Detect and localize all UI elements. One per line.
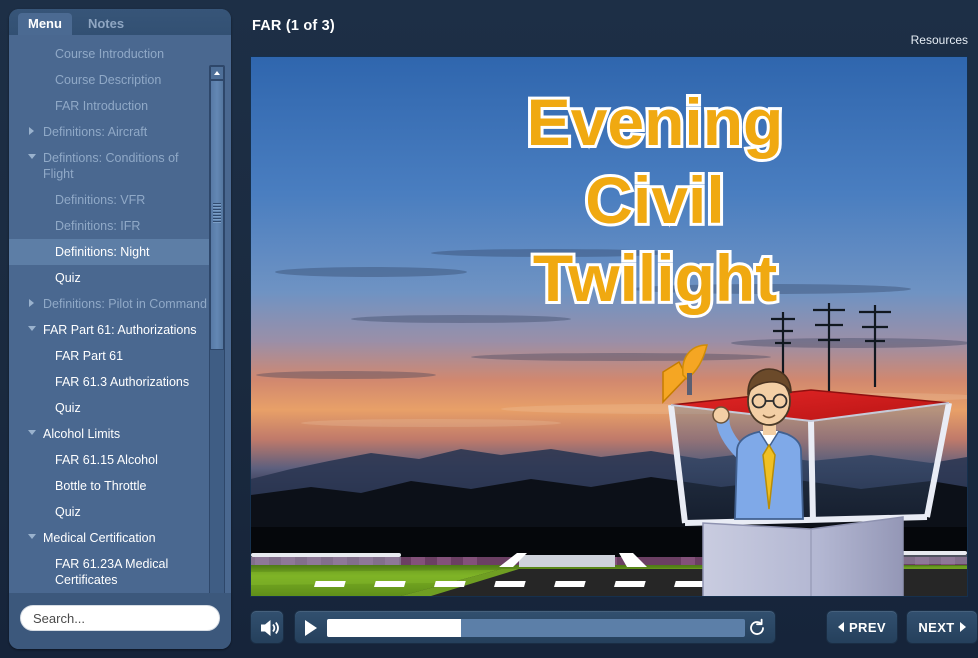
- menu-item[interactable]: Quiz: [9, 395, 215, 421]
- menu-item[interactable]: Definitions: IFR: [9, 213, 215, 239]
- menu-item[interactable]: Bottle to Throttle: [9, 473, 215, 499]
- menu-item-label: Quiz: [55, 504, 207, 520]
- svg-text:Evening: Evening: [527, 85, 784, 159]
- menu-scroll-area: FAR Part 61 Course Introduction Course Des…: [9, 35, 231, 613]
- menu-item-label: Definitions: VFR: [55, 192, 207, 208]
- menu-item[interactable]: Definitions: Night: [9, 239, 215, 265]
- volume-icon: [251, 611, 285, 645]
- menu-item[interactable]: Alcohol Limits: [9, 421, 215, 447]
- menu-item[interactable]: FAR 61.3 Authorizations: [9, 369, 215, 395]
- menu-item[interactable]: Definitions: VFR: [9, 187, 215, 213]
- menu-item-label: Bottle to Throttle: [55, 478, 207, 494]
- menu-item-label: Defintions: Conditions of Flight: [43, 150, 207, 182]
- menu-item-label: Definitions: IFR: [55, 218, 207, 234]
- chevron-right-icon: [960, 622, 966, 632]
- prev-button[interactable]: PREV: [826, 610, 898, 644]
- search-input[interactable]: [20, 605, 220, 631]
- triangle-down-icon[interactable]: [28, 534, 36, 539]
- menu-scrollbar[interactable]: [209, 65, 225, 613]
- triangle-down-icon[interactable]: [28, 430, 36, 435]
- slide-illustration: Evening Evening Civil Civil Twilight Twi…: [251, 57, 967, 596]
- menu-item-label: Definitions: Aircraft: [43, 124, 207, 140]
- menu-item-label: FAR Part 61: [55, 348, 207, 364]
- menu-item-label: FAR 61.15 Alcohol: [55, 452, 207, 468]
- scroll-up-button[interactable]: [210, 66, 224, 80]
- menu-item-label: Definitions: Pilot in Command: [43, 296, 207, 312]
- prev-button-label: PREV: [849, 620, 886, 635]
- course-outline-list: FAR Part 61 Course Introduction Course Des…: [9, 35, 215, 613]
- tab-menu[interactable]: Menu: [18, 13, 72, 35]
- play-button[interactable]: [305, 620, 317, 636]
- volume-button[interactable]: [250, 610, 284, 644]
- menu-item[interactable]: Course Introduction: [9, 41, 215, 67]
- sidebar: Menu Notes FAR Part 61 Course Introductio…: [9, 9, 231, 649]
- menu-item-label: Quiz: [55, 400, 207, 416]
- scrollbar-grip-icon: [213, 203, 221, 225]
- main-area: FAR (1 of 3) Resources: [240, 0, 978, 658]
- svg-text:Twilight: Twilight: [533, 241, 777, 315]
- menu-item-label: Medical Certification: [43, 530, 207, 546]
- chevron-left-icon: [838, 622, 844, 632]
- menu-item-label: Definitions: Night: [55, 244, 207, 260]
- menu-item[interactable]: FAR Part 61: [9, 343, 215, 369]
- sidebar-tabbar: Menu Notes: [9, 9, 231, 35]
- menu-item[interactable]: FAR 61.15 Alcohol: [9, 447, 215, 473]
- player-bar: [294, 610, 776, 644]
- progress-fill: [327, 619, 461, 637]
- menu-item-label: FAR Part 61: [43, 35, 207, 36]
- menu-item-label: FAR Introduction: [55, 98, 207, 114]
- scrollbar-thumb[interactable]: [210, 80, 224, 350]
- triangle-down-icon[interactable]: [28, 154, 36, 159]
- triangle-up-icon: [214, 71, 220, 75]
- menu-item[interactable]: Definitions: Aircraft: [9, 119, 215, 145]
- menu-item[interactable]: FAR Introduction: [9, 93, 215, 119]
- search-container: [9, 593, 231, 649]
- menu-item[interactable]: Course Description: [9, 67, 215, 93]
- menu-item-label: Course Introduction: [55, 46, 207, 62]
- menu-item[interactable]: Defintions: Conditions of Flight: [9, 145, 215, 187]
- progress-track[interactable]: [327, 619, 745, 637]
- triangle-right-icon[interactable]: [29, 299, 34, 307]
- playback-controls: PREV NEXT: [250, 610, 968, 646]
- menu-item-label: Quiz: [55, 270, 207, 286]
- menu-item[interactable]: Definitions: Pilot in Command: [9, 291, 215, 317]
- svg-text:Civil: Civil: [585, 163, 724, 237]
- course-player-window: Menu Notes FAR Part 61 Course Introductio…: [0, 0, 978, 658]
- slide-stage: Evening Evening Civil Civil Twilight Twi…: [250, 56, 968, 597]
- menu-item-label: FAR Part 61: Authorizations: [43, 322, 207, 338]
- menu-item[interactable]: Quiz: [9, 265, 215, 291]
- next-button[interactable]: NEXT: [906, 610, 978, 644]
- menu-item-label: FAR 61.23A Medical Certificates: [55, 556, 207, 588]
- triangle-right-icon[interactable]: [29, 127, 34, 135]
- resources-link[interactable]: Resources: [911, 33, 968, 47]
- menu-item[interactable]: Medical Certification: [9, 525, 215, 551]
- menu-item-label: Alcohol Limits: [43, 426, 207, 442]
- menu-item-label: Course Description: [55, 72, 207, 88]
- menu-item-label: FAR 61.3 Authorizations: [55, 374, 207, 390]
- triangle-down-icon[interactable]: [28, 326, 36, 331]
- menu-item[interactable]: FAR 61.23A Medical Certificates: [9, 551, 215, 593]
- menu-item[interactable]: FAR Part 61: Authorizations: [9, 317, 215, 343]
- replay-button[interactable]: [747, 618, 767, 638]
- page-title: FAR (1 of 3): [252, 18, 335, 34]
- replay-icon: [747, 618, 767, 638]
- next-button-label: NEXT: [918, 620, 954, 635]
- tab-notes[interactable]: Notes: [78, 13, 134, 35]
- menu-item[interactable]: Quiz: [9, 499, 215, 525]
